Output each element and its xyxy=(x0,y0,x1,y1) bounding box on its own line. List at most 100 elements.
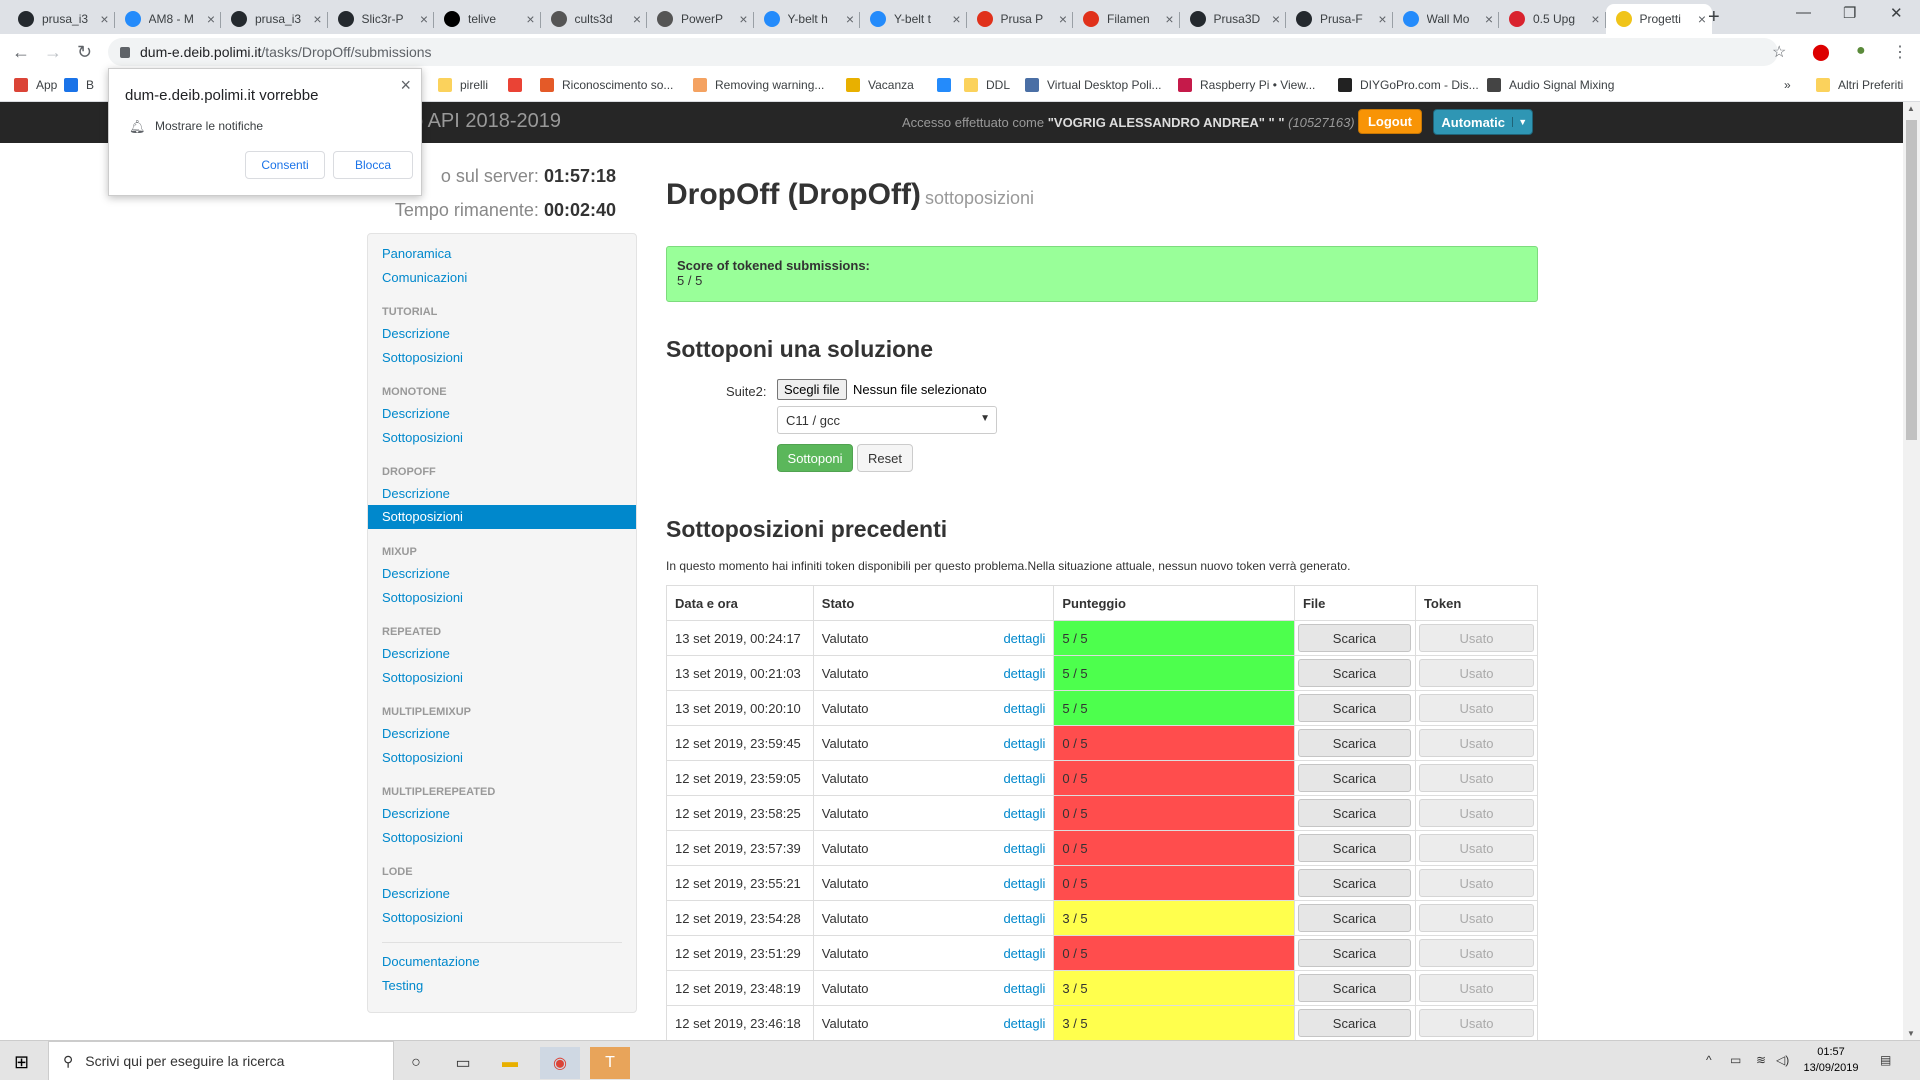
browser-tab[interactable]: Prusa P × xyxy=(967,4,1073,34)
details-link[interactable]: dettagli xyxy=(1003,631,1045,646)
sidebar-item[interactable]: Descrizione xyxy=(382,326,450,341)
details-link[interactable]: dettagli xyxy=(1003,981,1045,996)
scrollbar-thumb[interactable] xyxy=(1906,120,1917,440)
bookmark-item[interactable]: DDL xyxy=(964,78,1010,92)
download-button[interactable]: Scarica xyxy=(1297,799,1411,827)
browser-tab[interactable]: Filamen × xyxy=(1073,4,1180,34)
details-link[interactable]: dettagli xyxy=(1003,1016,1045,1031)
close-tab-icon[interactable]: × xyxy=(100,11,108,27)
details-link[interactable]: dettagli xyxy=(1003,736,1045,751)
browser-tab[interactable]: telive × xyxy=(434,4,541,34)
browser-tab[interactable]: prusa_i3 × xyxy=(221,4,328,34)
sidebar-item[interactable]: Descrizione xyxy=(382,886,450,901)
close-tab-icon[interactable]: × xyxy=(846,11,854,27)
close-tab-icon[interactable]: × xyxy=(207,11,215,27)
sidebar-item[interactable]: Descrizione xyxy=(382,726,450,741)
bookmark-item[interactable]: Riconoscimento so... xyxy=(540,78,673,92)
task-view-icon[interactable]: ▭ xyxy=(443,1047,483,1079)
close-tab-icon[interactable]: × xyxy=(1485,11,1493,27)
sidebar-item[interactable]: Documentazione xyxy=(382,954,480,969)
bookmarks-overflow-icon[interactable]: » xyxy=(1784,78,1791,92)
bookmark-item[interactable]: Altri Preferiti xyxy=(1816,78,1903,92)
close-tab-icon[interactable]: × xyxy=(633,11,641,27)
page-scrollbar[interactable]: ▲ ▼ xyxy=(1903,102,1920,1040)
download-button[interactable]: Scarica xyxy=(1297,869,1411,897)
restore-icon[interactable]: ❐ xyxy=(1843,4,1856,22)
sidebar-item[interactable]: Descrizione xyxy=(382,486,450,501)
details-link[interactable]: dettagli xyxy=(1003,666,1045,681)
download-button[interactable]: Scarica xyxy=(1297,939,1411,967)
windows-start-icon[interactable]: ⊞ xyxy=(14,1052,29,1073)
bookmark-item[interactable]: Removing warning... xyxy=(693,78,824,92)
sidebar-item[interactable]: Descrizione xyxy=(382,646,450,661)
address-bar[interactable]: dum-e.deib.polimi.it/tasks/DropOff/submi… xyxy=(108,38,1778,66)
details-link[interactable]: dettagli xyxy=(1003,771,1045,786)
bookmark-item[interactable]: DIYGoPro.com - Dis... xyxy=(1338,78,1479,92)
browser-tab[interactable]: Y-belt t × xyxy=(860,4,967,34)
sidebar-item[interactable]: Sottoposizioni xyxy=(382,590,463,605)
close-window-icon[interactable]: ✕ xyxy=(1890,4,1903,22)
download-button[interactable]: Scarica xyxy=(1297,974,1411,1002)
details-link[interactable]: dettagli xyxy=(1003,876,1045,891)
reload-icon[interactable]: ↻ xyxy=(77,42,92,63)
close-tab-icon[interactable]: × xyxy=(1378,11,1386,27)
download-button[interactable]: Scarica xyxy=(1297,624,1411,652)
download-button[interactable]: Scarica xyxy=(1297,834,1411,862)
sidebar-item[interactable]: Sottoposizioni xyxy=(382,910,463,925)
new-tab-button[interactable]: + xyxy=(1708,6,1720,29)
cortana-icon[interactable]: ○ xyxy=(396,1047,436,1079)
browser-tab[interactable]: Wall Mo × xyxy=(1393,4,1499,34)
block-button[interactable]: Blocca xyxy=(333,151,413,179)
download-button[interactable]: Scarica xyxy=(1297,659,1411,687)
browser-tab[interactable]: Progetti × xyxy=(1605,4,1712,34)
browser-tab[interactable]: prusa_i3 × xyxy=(8,4,115,34)
bookmark-star-icon[interactable]: ☆ xyxy=(1772,42,1786,62)
battery-icon[interactable]: ▭ xyxy=(1730,1053,1741,1067)
chrome-icon[interactable]: ◉ xyxy=(540,1047,580,1079)
language-dropdown[interactable]: Automatic ▼ xyxy=(1433,109,1533,135)
file-explorer-icon[interactable]: ▬ xyxy=(490,1047,530,1079)
site-title[interactable]: o API 2018-2019 xyxy=(412,110,561,133)
logout-button[interactable]: Logout xyxy=(1358,109,1422,134)
browser-tab[interactable]: Slic3r-P × xyxy=(328,4,434,34)
browser-tab[interactable]: Prusa3D × xyxy=(1180,4,1286,34)
close-tab-icon[interactable]: × xyxy=(1698,11,1706,27)
details-link[interactable]: dettagli xyxy=(1003,841,1045,856)
download-button[interactable]: Scarica xyxy=(1297,904,1411,932)
details-link[interactable]: dettagli xyxy=(1003,806,1045,821)
sidebar-item[interactable]: Descrizione xyxy=(382,406,450,421)
details-link[interactable]: dettagli xyxy=(1003,911,1045,926)
bookmark-item[interactable] xyxy=(508,78,530,92)
close-tab-icon[interactable]: × xyxy=(1059,11,1067,27)
close-tab-icon[interactable]: × xyxy=(1591,11,1599,27)
browser-tab[interactable]: PowerP × xyxy=(647,4,754,34)
back-icon[interactable]: ← xyxy=(12,42,30,63)
sidebar-item[interactable]: Comunicazioni xyxy=(382,270,467,285)
scroll-up-icon[interactable]: ▲ xyxy=(1907,104,1915,113)
browser-tab[interactable]: 0.5 Upg × xyxy=(1499,4,1606,34)
bookmark-item[interactable]: App xyxy=(14,78,57,92)
taskbar-clock[interactable]: 01:57 13/09/2019 xyxy=(1796,1044,1866,1076)
scroll-down-icon[interactable]: ▼ xyxy=(1907,1029,1915,1038)
browser-tab[interactable]: Prusa-F × xyxy=(1286,4,1393,34)
submit-button[interactable]: Sottoponi xyxy=(777,444,853,472)
choose-file-button[interactable]: Scegli file xyxy=(777,379,847,400)
opera-icon[interactable]: ⬤ xyxy=(1812,42,1830,62)
close-tab-icon[interactable]: × xyxy=(952,11,960,27)
close-tab-icon[interactable]: × xyxy=(420,11,428,27)
bookmark-item[interactable]: Vacanza xyxy=(846,78,914,92)
taskbar-search[interactable]: ⚲ Scrivi qui per eseguire la ricerca xyxy=(48,1041,394,1080)
sidebar-item[interactable]: Sottoposizioni xyxy=(382,830,463,845)
language-select[interactable]: C11 / gcc ▼ xyxy=(777,406,997,434)
download-button[interactable]: Scarica xyxy=(1297,1009,1411,1037)
browser-tab[interactable]: cults3d × xyxy=(541,4,647,34)
profile-avatar-icon[interactable]: ● xyxy=(1856,42,1866,60)
sidebar-item[interactable]: Testing xyxy=(382,978,423,993)
sidebar-item[interactable]: Sottoposizioni xyxy=(382,750,463,765)
sidebar-item[interactable]: Sottoposizioni xyxy=(382,670,463,685)
menu-kebab-icon[interactable]: ⋮ xyxy=(1892,42,1908,62)
bookmark-item[interactable]: Virtual Desktop Poli... xyxy=(1025,78,1162,92)
notifications-icon[interactable]: ▤ xyxy=(1880,1053,1891,1067)
sidebar-item[interactable]: Descrizione xyxy=(382,806,450,821)
bookmark-item[interactable]: Raspberry Pi • View... xyxy=(1178,78,1315,92)
